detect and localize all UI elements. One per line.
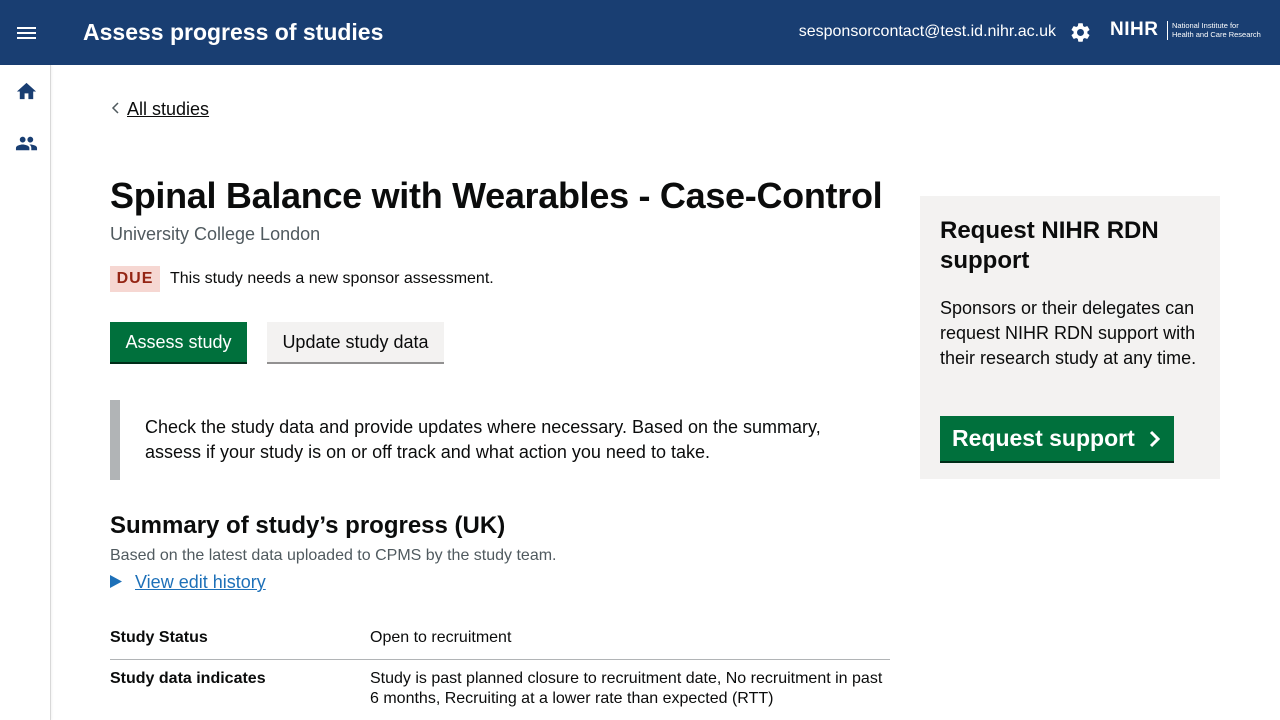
- summary-list: Study Status Open to recruitment Study d…: [110, 620, 890, 720]
- summary-key: Study Status: [110, 629, 208, 646]
- summary-heading: Summary of study’s progress (UK): [110, 512, 506, 539]
- page-title: Spinal Balance with Wearables - Case-Con…: [110, 175, 883, 216]
- back-link[interactable]: All studies: [127, 97, 209, 121]
- support-panel-body: Sponsors or their delegates can request …: [940, 298, 1197, 368]
- logo-text: National Institute for Health and Care R…: [1172, 21, 1272, 39]
- inset-paragraph: Check the study data and provide updates…: [145, 417, 821, 462]
- inset-text: Check the study data and provide updates…: [110, 400, 890, 480]
- logo-line-1: National Institute for: [1172, 21, 1239, 30]
- chevron-right-icon: [1149, 430, 1161, 448]
- user-email: sesponsorcontact@test.id.nihr.ac.uk: [798, 23, 1056, 40]
- study-organisation: University College London: [110, 224, 321, 244]
- summary-row: Study Status Open to recruitment: [110, 620, 890, 660]
- menu-icon[interactable]: [17, 25, 37, 41]
- support-panel-title: Request NIHR RDN support: [940, 217, 1159, 274]
- summary-value: Open to recruitment: [370, 629, 512, 646]
- status-message: This study needs a new sponsor assessmen…: [170, 270, 494, 287]
- summary-subtext: Based on the latest data uploaded to CPM…: [110, 547, 557, 564]
- people-icon[interactable]: [15, 132, 38, 155]
- update-study-data-button[interactable]: Update study data: [267, 322, 444, 362]
- chevron-left-icon: [111, 102, 119, 114]
- summary-value: Study is past planned closure to recruit…: [370, 670, 883, 707]
- support-panel: Request NIHR RDN support Sponsors or the…: [920, 196, 1220, 479]
- app-title[interactable]: Assess progress of studies: [83, 17, 383, 47]
- top-header: Assess progress of studies sesponsorcont…: [0, 0, 1280, 65]
- assess-study-button[interactable]: Assess study: [110, 322, 247, 362]
- home-icon[interactable]: [15, 80, 38, 103]
- request-support-label: Request support: [952, 425, 1135, 451]
- gear-icon[interactable]: [1069, 21, 1092, 44]
- view-edit-history-link[interactable]: View edit history: [135, 570, 266, 594]
- request-support-button[interactable]: Request support: [940, 416, 1174, 461]
- logo-divider: [1167, 21, 1168, 40]
- logo-mark: NIHR: [1110, 19, 1159, 40]
- triangle-right-icon[interactable]: [110, 575, 122, 588]
- logo-line-2: Health and Care Research: [1172, 30, 1261, 39]
- summary-row: Study data indicates Study is past plann…: [110, 660, 890, 720]
- nihr-logo[interactable]: NIHR National Institute for Health and C…: [1110, 18, 1270, 44]
- summary-key: Study data indicates: [110, 670, 266, 687]
- status-badge: DUE: [110, 266, 160, 292]
- side-navigation: [0, 65, 51, 720]
